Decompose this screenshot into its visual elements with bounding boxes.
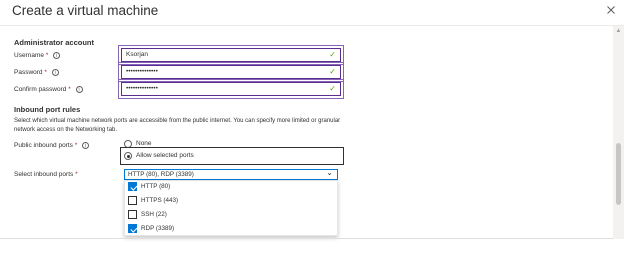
confirm-password-label-text: Confirm password: [14, 86, 67, 93]
admin-account-heading: Administrator account: [14, 38, 95, 47]
inbound-rules-description: Select which virtual machine network por…: [14, 118, 341, 133]
password-field[interactable]: •••••••••••••• ✓: [121, 65, 341, 79]
checkbox-rdp[interactable]: [128, 224, 137, 233]
checkbox-rdp-label[interactable]: RDP (3389): [141, 225, 174, 232]
scrollbar-thumb[interactable]: [616, 143, 621, 205]
select-ports-value: HTTP (80), RDP (3389): [128, 171, 194, 178]
scrollbar-track[interactable]: [613, 26, 624, 239]
required-marker: *: [44, 69, 47, 76]
password-value: ••••••••••••••: [126, 68, 158, 75]
required-marker: *: [75, 171, 78, 178]
check-icon: ✓: [329, 50, 336, 59]
chevron-down-icon[interactable]: ⌄: [326, 168, 333, 177]
checkbox-http[interactable]: [128, 182, 137, 191]
radio-allow-selected-label[interactable]: Allow selected ports: [136, 152, 194, 159]
checkbox-http-label[interactable]: HTTP (80): [141, 183, 170, 190]
checkbox-https[interactable]: [128, 196, 137, 205]
info-icon[interactable]: i: [82, 142, 90, 149]
password-label-text: Password: [14, 69, 43, 76]
inbound-rules-heading: Inbound port rules: [14, 105, 81, 114]
check-icon: ✓: [329, 67, 336, 76]
required-marker: *: [74, 142, 78, 149]
public-ports-label: Public inbound ports * i: [14, 142, 90, 149]
username-label-text: Username: [14, 52, 44, 59]
check-icon: ✓: [329, 84, 336, 93]
username-field[interactable]: Ksorjan ✓: [121, 48, 341, 62]
radio-allow-selected[interactable]: [124, 152, 132, 160]
public-ports-label-text: Public inbound ports: [14, 142, 73, 149]
scroll-up-icon[interactable]: ▲: [614, 28, 623, 34]
header-divider: [0, 25, 624, 26]
more-options-button[interactable]: ···: [137, 4, 149, 15]
password-label: Password * i: [14, 69, 59, 76]
username-value: Ksorjan: [126, 51, 149, 58]
info-icon[interactable]: i: [53, 52, 61, 59]
select-ports-dropdown[interactable]: HTTP (80), RDP (3389) ⌄: [124, 168, 338, 180]
checkbox-ssh[interactable]: [128, 210, 137, 219]
confirm-password-field[interactable]: •••••••••••••• ✓: [121, 82, 341, 96]
close-icon[interactable]: [604, 3, 618, 17]
select-ports-label-text: Select inbound ports: [14, 171, 74, 178]
footer-divider: [0, 238, 613, 239]
username-label: Username * i: [14, 52, 61, 59]
checkbox-https-label[interactable]: HTTPS (443): [141, 197, 178, 204]
select-ports-label: Select inbound ports *: [14, 171, 78, 178]
confirm-password-value: ••••••••••••••: [126, 85, 158, 92]
checkbox-ssh-label[interactable]: SSH (22): [141, 211, 167, 218]
info-icon[interactable]: i: [51, 69, 59, 76]
info-icon[interactable]: i: [75, 86, 83, 93]
required-marker: *: [45, 52, 49, 59]
confirm-password-label: Confirm password * i: [14, 86, 83, 93]
required-marker: *: [68, 86, 71, 93]
radio-none-label[interactable]: None: [136, 140, 152, 147]
